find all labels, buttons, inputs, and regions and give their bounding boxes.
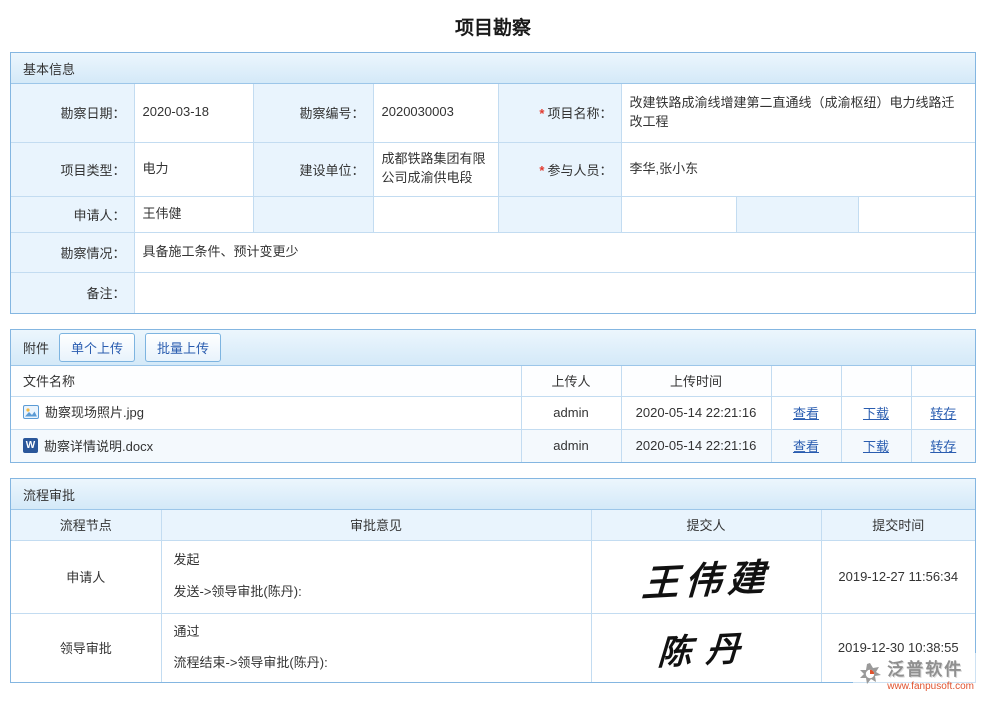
column-action (911, 366, 975, 396)
column-submit-time: 提交时间 (821, 510, 975, 540)
vendor-url: www.fanpusoft.com (887, 681, 974, 692)
basic-info-header: 基本信息 (11, 53, 975, 84)
vendor-brand: 泛普软件 (887, 655, 963, 680)
column-file-name: 文件名称 (11, 366, 521, 396)
required-asterisk: * (539, 106, 544, 121)
empty-label-cell (498, 196, 621, 232)
participants-label: *参与人员： (498, 142, 621, 196)
attachments-header-row: 文件名称 上传人 上传时间 (11, 366, 975, 396)
approval-row: 申请人 发起 发送->领导审批(陈丹): 王伟建 2019-12-27 11:5… (11, 540, 975, 613)
project-type-label: 项目类型： (11, 142, 134, 196)
submitter-signature: 陈丹 (657, 621, 755, 675)
project-name-value: 改建铁路成渝线增建第二直通线（成渝枢纽）电力线路迁改工程 (621, 84, 975, 142)
table-row: 备注： (11, 272, 975, 313)
opinion-line-1: 通过 (174, 624, 579, 641)
download-link[interactable]: 下载 (863, 406, 889, 421)
build-unit-value: 成都铁路集团有限公司成渝供电段 (373, 142, 498, 196)
project-name-label: *项目名称： (498, 84, 621, 142)
word-file-icon: W (23, 438, 38, 453)
attachments-header: 附件 单个上传 批量上传 (11, 330, 975, 366)
attachments-panel: 附件 单个上传 批量上传 文件名称 上传人 上传时间 (10, 329, 976, 463)
survey-condition-value: 具备施工条件、预计变更少 (134, 232, 975, 272)
file-upload-time: 2020-05-14 22:21:16 (621, 396, 771, 429)
download-link[interactable]: 下载 (863, 439, 889, 454)
survey-date-value: 2020-03-18 (134, 84, 253, 142)
fanpu-logo-icon (857, 661, 883, 687)
survey-no-label: 勘察编号： (253, 84, 373, 142)
transfer-link[interactable]: 转存 (930, 439, 956, 454)
submitter-signature: 王伟建 (640, 546, 772, 607)
column-action (771, 366, 841, 396)
column-submitter: 提交人 (591, 510, 821, 540)
approval-flow-title: 流程审批 (23, 485, 75, 504)
column-opinion: 审批意见 (161, 510, 591, 540)
column-uploader: 上传人 (521, 366, 621, 396)
survey-no-value: 2020030003 (373, 84, 498, 142)
approval-row: 领导审批 通过 流程结束->领导审批(陈丹): 陈丹 2019-12-30 10… (11, 613, 975, 682)
vendor-watermark: 泛普软件 www.fanpusoft.com (853, 653, 978, 694)
opinion-line-1: 发起 (174, 552, 579, 569)
page-title: 项目勘察 (0, 0, 986, 52)
approval-flow-header: 流程审批 (11, 479, 975, 510)
empty-label-cell (253, 196, 373, 232)
survey-condition-label: 勘察情况： (11, 232, 134, 272)
required-asterisk: * (539, 163, 544, 178)
applicant-value: 王伟健 (134, 196, 253, 232)
file-name[interactable]: 勘察详情说明.docx (44, 436, 153, 455)
survey-date-label: 勘察日期： (11, 84, 134, 142)
image-file-icon (23, 404, 39, 420)
attachment-row: 勘察现场照片.jpg admin 2020-05-14 22:21:16 查看 … (11, 396, 975, 429)
flow-node: 申请人 (11, 540, 161, 613)
column-action (841, 366, 911, 396)
opinion-line-2: 发送->领导审批(陈丹): (174, 584, 579, 601)
file-uploader: admin (521, 396, 621, 429)
applicant-label: 申请人： (11, 196, 134, 232)
column-upload-time: 上传时间 (621, 366, 771, 396)
remark-value (134, 272, 975, 313)
table-row: 项目类型： 电力 建设单位： 成都铁路集团有限公司成渝供电段 *参与人员： 李华… (11, 142, 975, 196)
empty-value-cell (373, 196, 498, 232)
basic-info-table: 勘察日期： 2020-03-18 勘察编号： 2020030003 *项目名称：… (11, 84, 975, 313)
approval-header-row: 流程节点 审批意见 提交人 提交时间 (11, 510, 975, 540)
file-upload-time: 2020-05-14 22:21:16 (621, 429, 771, 462)
transfer-link[interactable]: 转存 (930, 406, 956, 421)
build-unit-label: 建设单位： (253, 142, 373, 196)
view-link[interactable]: 查看 (793, 406, 819, 421)
empty-value-cell (858, 196, 975, 232)
single-upload-button[interactable]: 单个上传 (59, 333, 135, 362)
opinion-line-2: 流程结束->领导审批(陈丹): (174, 655, 579, 672)
view-link[interactable]: 查看 (793, 439, 819, 454)
participants-value: 李华,张小东 (621, 142, 975, 196)
batch-upload-button[interactable]: 批量上传 (145, 333, 221, 362)
file-uploader: admin (521, 429, 621, 462)
approval-flow-table: 流程节点 审批意见 提交人 提交时间 申请人 发起 发送->领导审批(陈丹): … (11, 510, 975, 682)
approval-flow-panel: 流程审批 流程节点 审批意见 提交人 提交时间 申请人 发起 发送->领导审批(… (10, 478, 976, 683)
attachment-row: W 勘察详情说明.docx admin 2020-05-14 22:21:16 … (11, 429, 975, 462)
file-label: W 勘察详情说明.docx (23, 436, 153, 455)
column-flow-node: 流程节点 (11, 510, 161, 540)
table-row: 勘察日期： 2020-03-18 勘察编号： 2020030003 *项目名称：… (11, 84, 975, 142)
table-row: 勘察情况： 具备施工条件、预计变更少 (11, 232, 975, 272)
attachments-title: 附件 (23, 338, 49, 357)
submit-time: 2019-12-27 11:56:34 (821, 540, 975, 613)
basic-info-title: 基本信息 (23, 59, 75, 78)
remark-label: 备注： (11, 272, 134, 313)
flow-node: 领导审批 (11, 613, 161, 682)
table-row: 申请人： 王伟健 (11, 196, 975, 232)
empty-label-cell (736, 196, 858, 232)
file-name[interactable]: 勘察现场照片.jpg (45, 402, 144, 421)
attachments-table: 文件名称 上传人 上传时间 勘察现场照片.jpg admin 2020-05-1… (11, 366, 975, 462)
page: { "page": { "title": "项目勘察" }, "colors":… (0, 0, 986, 702)
file-label: 勘察现场照片.jpg (23, 402, 144, 421)
project-type-value: 电力 (134, 142, 253, 196)
basic-info-panel: 基本信息 勘察日期： 2020-03-18 勘察编号： 2020030003 *… (10, 52, 976, 314)
empty-value-cell (621, 196, 736, 232)
